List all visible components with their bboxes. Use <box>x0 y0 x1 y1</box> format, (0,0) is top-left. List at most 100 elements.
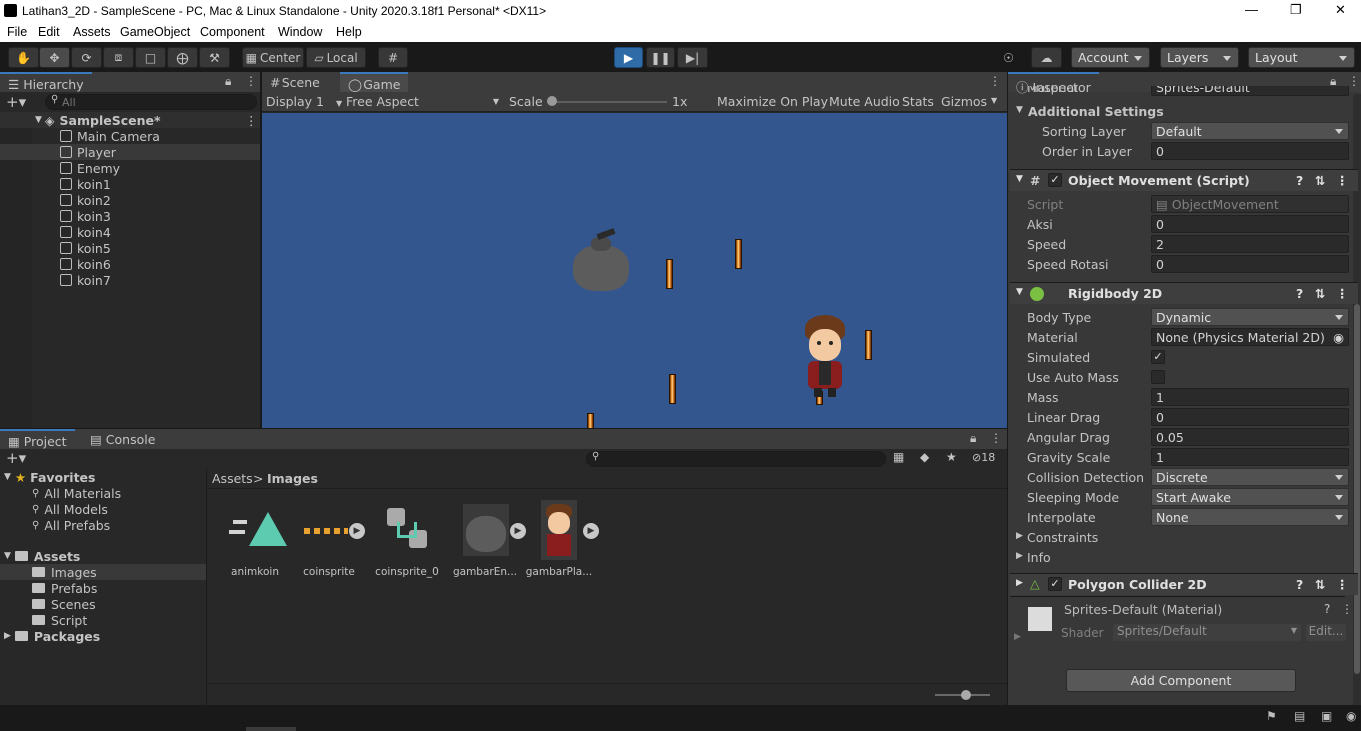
enable-checkbox[interactable]: ✓ <box>1048 173 1062 187</box>
pause-button[interactable]: ❚❚ <box>646 47 675 68</box>
expand-arrow-icon[interactable]: ▶ <box>1014 632 1021 642</box>
additional-settings-row[interactable]: ▼ Additional Settings <box>1010 101 1358 121</box>
display-dropdown[interactable]: Display 1 ▼ <box>266 94 342 109</box>
hierarchy-search-input[interactable] <box>45 94 257 110</box>
mass-field[interactable]: 1 <box>1151 388 1349 406</box>
settings-icon[interactable]: ▣ <box>1321 709 1332 723</box>
order-in-layer-field[interactable]: 0 <box>1151 142 1349 160</box>
custom-tool-icon[interactable]: ⚒ <box>199 47 230 68</box>
list-item[interactable]: koin4 <box>60 224 111 240</box>
collision-detection-dropdown[interactable]: Discrete <box>1151 468 1349 486</box>
add-icon[interactable]: +▾ <box>6 449 26 467</box>
tab-console[interactable]: ▤ Console <box>82 429 163 449</box>
layers-dropdown[interactable]: Layers <box>1160 47 1239 68</box>
folder-item[interactable]: Scenes <box>32 596 96 612</box>
aspect-dropdown[interactable]: Free Aspect ▼ <box>346 94 501 109</box>
menu-component[interactable]: Component <box>200 25 265 39</box>
hidden-packages-icon[interactable]: ⊘18 <box>972 451 995 464</box>
scale-slider-thumb[interactable] <box>547 96 557 106</box>
rigidbody-header[interactable]: ▼ Rigidbody 2D ? ⇅ ⋮ <box>1010 282 1358 304</box>
sleeping-mode-dropdown[interactable]: Start Awake <box>1151 488 1349 506</box>
packages-folder[interactable]: ▶ Packages <box>4 628 100 644</box>
folder-item[interactable]: Prefabs <box>32 580 97 596</box>
breadcrumb-images[interactable]: Images <box>267 471 318 486</box>
menu-gameobject[interactable]: GameObject <box>120 25 190 39</box>
gravity-scale-field[interactable]: 1 <box>1151 448 1349 466</box>
cloud-icon[interactable]: ☁ <box>1031 47 1062 68</box>
list-item[interactable]: Player <box>0 144 260 160</box>
chevron-down-icon[interactable]: ▼ <box>991 96 997 105</box>
grid-snap-icon[interactable]: # <box>378 47 408 68</box>
pivot-center-button[interactable]: ▦ Center <box>242 47 304 68</box>
asset-coinsprite[interactable]: ▶ coinsprite <box>290 500 368 578</box>
help-icon[interactable]: ? <box>1324 602 1330 616</box>
asset-gambar-player[interactable]: ▶ gambarPla... <box>520 500 599 578</box>
lock-icon[interactable]: 🔒︎ <box>970 431 976 446</box>
list-item[interactable]: koin5 <box>60 240 111 256</box>
preset-icon[interactable]: ⇅ <box>1315 286 1325 301</box>
list-item[interactable]: koin7 <box>60 272 111 288</box>
lock-icon[interactable]: 🔒︎ <box>225 74 231 89</box>
folder-item[interactable]: Images <box>0 564 206 580</box>
account-dropdown[interactable]: Account <box>1071 47 1150 68</box>
favorites-header[interactable]: ▼ ★ Favorites <box>4 469 95 485</box>
preset-icon[interactable]: ⇅ <box>1315 577 1325 592</box>
aksi-field[interactable]: 0 <box>1151 215 1349 233</box>
component-menu-icon[interactable]: ⋮ <box>1336 173 1349 188</box>
more-icon[interactable]: ⋮ <box>989 74 1001 88</box>
list-item[interactable]: koin1 <box>60 176 111 192</box>
rect-tool-icon[interactable]: □ <box>135 47 166 68</box>
cache-icon[interactable]: ▤ <box>1294 709 1305 723</box>
mute-audio-button[interactable]: Mute Audio <box>829 94 900 109</box>
asset-coinsprite-0[interactable]: coinsprite_0 <box>368 500 446 578</box>
angular-drag-field[interactable]: 0.05 <box>1151 428 1349 446</box>
body-type-dropdown[interactable]: Dynamic <box>1151 308 1349 326</box>
list-item[interactable]: Main Camera <box>60 128 160 144</box>
game-viewport[interactable] <box>262 113 1007 428</box>
menu-file[interactable]: File <box>7 25 27 39</box>
menu-help[interactable]: Help <box>336 25 362 39</box>
close-icon[interactable]: ✕ <box>1335 2 1346 18</box>
help-icon[interactable]: ? <box>1296 577 1303 592</box>
debug-icon[interactable]: ⚑ <box>1266 709 1277 723</box>
scene-menu-icon[interactable]: ⋮ <box>245 113 258 128</box>
sorting-layer-dropdown[interactable]: Default <box>1151 122 1349 140</box>
enable-checkbox[interactable]: ✓ <box>1048 577 1062 591</box>
help-icon[interactable]: ? <box>1296 173 1303 188</box>
pivot-local-button[interactable]: ▱ Local <box>306 47 366 68</box>
polygon-collider-header[interactable]: ▶ △ ✓ Polygon Collider 2D ? ⇅ ⋮ <box>1010 573 1358 595</box>
favorite-item[interactable]: ⚲ All Prefabs <box>32 517 110 533</box>
asset-animkoin[interactable]: animkoin <box>216 500 294 578</box>
preset-icon[interactable]: ⇅ <box>1315 173 1325 188</box>
favorite-item[interactable]: ⚲ All Models <box>32 501 108 517</box>
component-menu-icon[interactable]: ⋮ <box>1341 602 1353 616</box>
material-field[interactable]: Sprites-Default <box>1151 86 1349 96</box>
project-search-input[interactable] <box>586 451 886 467</box>
stats-button[interactable]: Stats <box>902 94 934 109</box>
maximize-on-play-button[interactable]: Maximize On Play <box>717 94 828 109</box>
list-item[interactable]: koin3 <box>60 208 111 224</box>
component-menu-icon[interactable]: ⋮ <box>1336 577 1349 592</box>
gizmos-button[interactable]: Gizmos <box>941 94 987 109</box>
icon-size-slider-thumb[interactable] <box>961 690 971 700</box>
scene-row[interactable]: ▼ ◈ SampleScene* ⋮ <box>0 112 260 128</box>
speed-field[interactable]: 2 <box>1151 235 1349 253</box>
favorite-star-icon[interactable]: ★ <box>946 450 957 464</box>
component-menu-icon[interactable]: ⋮ <box>1336 286 1349 301</box>
favorite-item[interactable]: ⚲ All Materials <box>32 485 121 501</box>
assets-folder[interactable]: ▼ Assets <box>4 548 80 564</box>
transform-tool-icon[interactable]: ⨁ <box>167 47 198 68</box>
shader-dropdown[interactable]: Sprites/Default ▼ <box>1113 624 1301 641</box>
tab-hierarchy[interactable]: ☰ Hierarchy <box>0 72 92 92</box>
list-item[interactable]: koin6 <box>60 256 111 272</box>
object-picker-icon[interactable]: ◉ <box>1333 330 1344 345</box>
maximize-icon[interactable]: ❐ <box>1290 2 1302 18</box>
speed-rotasi-field[interactable]: 0 <box>1151 255 1349 273</box>
filter-type-icon[interactable]: ▦ <box>893 450 904 464</box>
info-row[interactable]: ▶ Info <box>1010 547 1358 567</box>
constraints-row[interactable]: ▶ Constraints <box>1010 527 1358 547</box>
list-item[interactable]: Enemy <box>60 160 120 176</box>
layout-dropdown[interactable]: Layout <box>1248 47 1355 68</box>
help-icon[interactable]: ? <box>1296 286 1303 301</box>
lighting-icon[interactable]: ◉ <box>1346 709 1356 723</box>
